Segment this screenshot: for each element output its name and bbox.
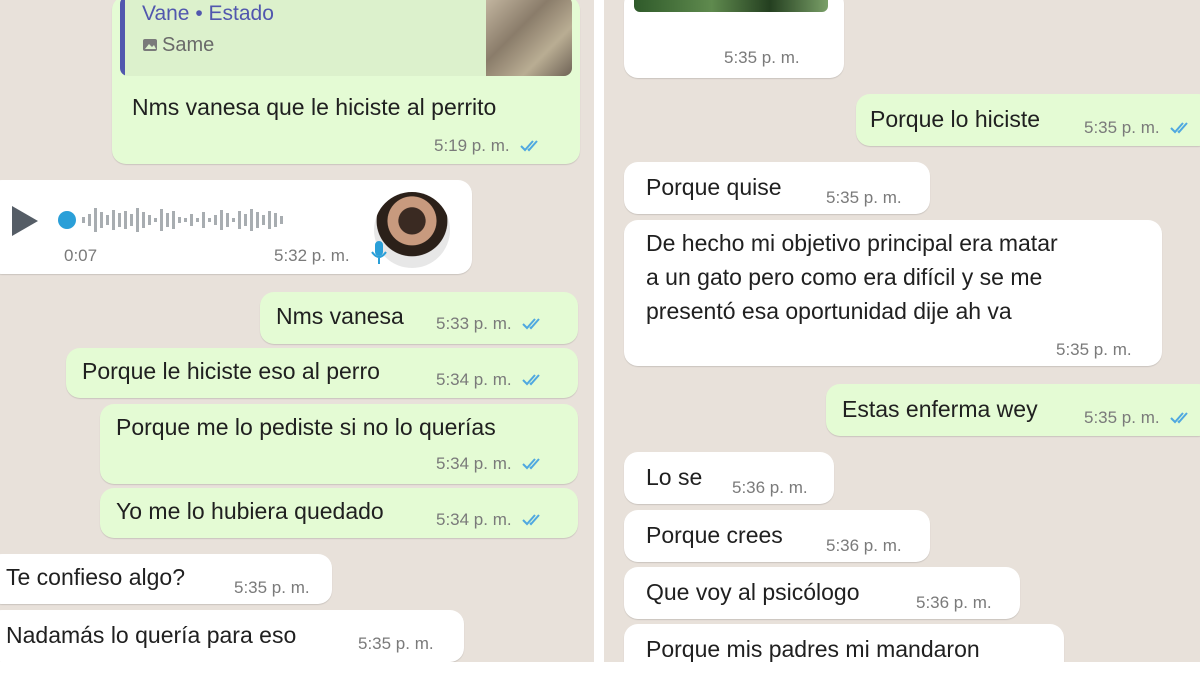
message-time: 5:35 p. m. <box>1084 408 1192 428</box>
message-timestamp: 5:35 p. m. <box>1084 118 1160 137</box>
right-chat-panel: 5:35 p. m. Porque lo hiciste 5:35 p. m. … <box>604 0 1200 662</box>
play-icon[interactable] <box>10 204 40 238</box>
message-text: Porque crees <box>646 522 783 548</box>
message-line: presentó esa oportunidad dije ah va <box>646 298 1012 324</box>
voice-duration: 0:07 <box>64 246 98 265</box>
microphone-icon <box>371 241 387 264</box>
message-time: 5:35 p. m. <box>1084 118 1192 138</box>
message-text: Porque le hiciste eso al perro <box>82 358 380 384</box>
read-ticks-icon <box>1170 412 1189 424</box>
read-ticks-icon <box>522 318 541 330</box>
quoted-status[interactable]: Vane • Estado Same <box>120 0 572 76</box>
quote-author: Vane • Estado <box>142 2 274 25</box>
quote-thumbnail <box>486 0 572 76</box>
message-text: Yo me lo hubiera quedado <box>116 498 384 524</box>
incoming-message-bubble[interactable]: Porque mis padres mi mandaron <box>624 624 1064 662</box>
message-text: Estas enferma wey <box>842 396 1038 422</box>
message-timestamp: 5:34 p. m. <box>436 510 512 529</box>
message-timestamp: 5:35 p. m. <box>724 48 800 67</box>
message-timestamp: 5:35 p. m. <box>358 634 434 653</box>
message-timestamp: 5:19 p. m. <box>434 136 510 155</box>
quote-subtitle-text: Same <box>162 34 215 56</box>
message-time: 5:34 p. m. <box>436 454 544 474</box>
message-text: Te confieso algo? <box>6 564 186 590</box>
message-timestamp: 5:36 p. m. <box>732 478 808 497</box>
message-timestamp: 5:33 p. m. <box>436 314 512 333</box>
outgoing-message-bubble[interactable]: Porque me lo pediste si no lo querías 5:… <box>100 404 578 484</box>
message-time: 5:34 p. m. <box>436 370 544 390</box>
message-text: Porque quise <box>646 174 782 200</box>
message-text: Lo se <box>646 464 703 490</box>
message-timestamp: 5:32 p. m. <box>274 246 350 265</box>
incoming-message-bubble[interactable]: Porque quise 5:35 p. m. <box>624 162 930 214</box>
message-line: a un gato pero como era difícil y se me <box>646 264 1043 290</box>
message-text: Porque me lo pediste si no lo querías <box>116 414 496 440</box>
read-ticks-icon <box>522 374 541 386</box>
quote-subtitle: Same <box>142 34 214 57</box>
outgoing-message-bubble[interactable]: Nms vanesa 5:33 p. m. <box>260 292 578 344</box>
read-ticks-icon <box>522 458 541 470</box>
photo-thumbnail[interactable] <box>634 0 828 12</box>
message-text: Porque mis padres mi mandaron <box>646 636 980 662</box>
message-time: 5:33 p. m. <box>436 314 544 334</box>
read-ticks-icon <box>522 514 541 526</box>
message-timestamp: 5:34 p. m. <box>436 370 512 389</box>
message-time: 5:34 p. m. <box>436 510 544 530</box>
left-chat-panel: Vane • Estado Same Nms vanesa que le hic… <box>0 0 594 662</box>
message-timestamp: 5:35 p. m. <box>826 188 902 207</box>
message-timestamp: 5:35 p. m. <box>234 578 310 597</box>
message-line: De hecho mi objetivo principal era matar <box>646 230 1058 256</box>
message-time: 5:19 p. m. <box>434 136 542 156</box>
quote-accent-bar <box>120 0 125 76</box>
message-text: Nadamás lo quería para eso <box>6 622 297 648</box>
message-timestamp: 5:36 p. m. <box>916 593 992 612</box>
outgoing-message-bubble[interactable]: Porque lo hiciste 5:35 p. m. <box>856 94 1200 146</box>
message-timestamp: 5:34 p. m. <box>436 454 512 473</box>
message-text: Que voy al psicólogo <box>646 579 860 605</box>
incoming-message-bubble[interactable]: Te confieso algo? 5:35 p. m. <box>0 554 332 604</box>
reply-message-bubble[interactable]: Vane • Estado Same Nms vanesa que le hic… <box>112 0 580 164</box>
audio-waveform[interactable] <box>54 202 354 238</box>
voice-message-bubble[interactable]: 0:07 5:32 p. m. <box>0 180 472 274</box>
read-ticks-icon <box>520 140 539 152</box>
incoming-message-bubble[interactable]: Porque crees 5:36 p. m. <box>624 510 930 562</box>
message-timestamp: 5:36 p. m. <box>826 536 902 555</box>
incoming-photo-bubble[interactable]: 5:35 p. m. <box>624 0 844 78</box>
read-ticks-icon <box>1170 122 1189 134</box>
message-text: Nms vanesa <box>276 303 404 329</box>
incoming-message-bubble[interactable]: Nadamás lo quería para eso 5:35 p. m. <box>0 610 464 662</box>
outgoing-message-bubble[interactable]: Yo me lo hubiera quedado 5:34 p. m. <box>100 488 578 538</box>
message-timestamp: 5:35 p. m. <box>1056 340 1132 359</box>
outgoing-message-bubble[interactable]: Estas enferma wey 5:35 p. m. <box>826 384 1200 436</box>
outgoing-message-bubble[interactable]: Porque le hiciste eso al perro 5:34 p. m… <box>66 348 578 398</box>
incoming-message-bubble[interactable]: Lo se 5:36 p. m. <box>624 452 834 504</box>
message-text: Porque lo hiciste <box>870 106 1041 132</box>
incoming-message-bubble[interactable]: Que voy al psicólogo 5:36 p. m. <box>624 567 1020 619</box>
message-text: Nms vanesa que le hiciste al perrito <box>132 94 497 120</box>
image-icon <box>143 39 157 51</box>
message-timestamp: 5:35 p. m. <box>1084 408 1160 427</box>
incoming-message-bubble[interactable]: De hecho mi objetivo principal era matar… <box>624 220 1162 366</box>
